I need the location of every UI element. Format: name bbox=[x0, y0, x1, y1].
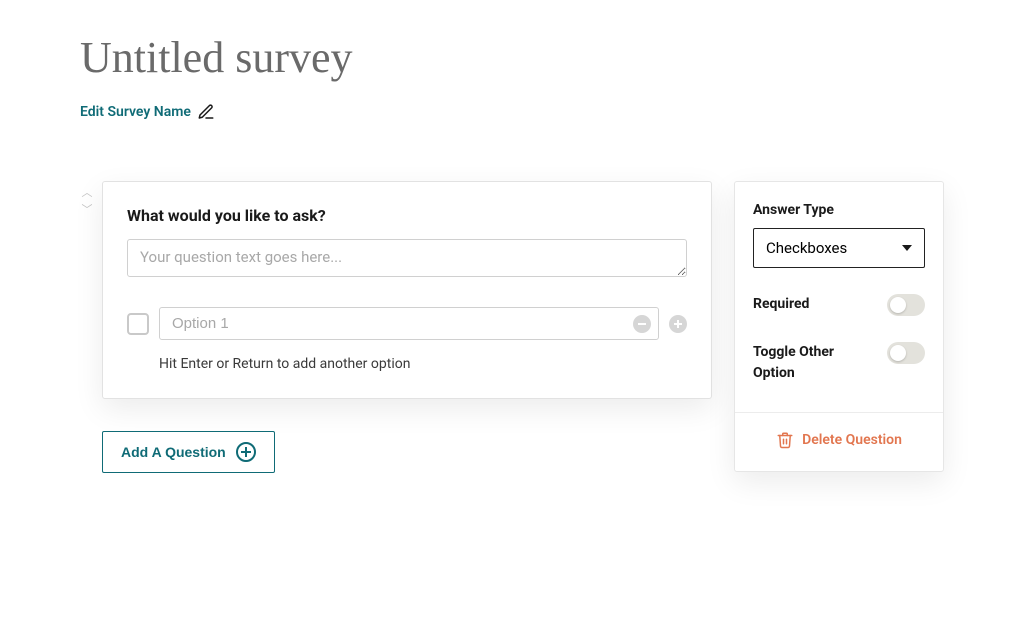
plus-circle-icon bbox=[236, 442, 256, 462]
answer-type-label: Answer Type bbox=[753, 202, 925, 218]
question-prompt-label: What would you like to ask? bbox=[127, 206, 687, 225]
add-question-button[interactable]: Add A Question bbox=[102, 431, 275, 473]
move-up-icon[interactable]: ︿ bbox=[80, 187, 94, 198]
question-settings-sidebar: Answer Type Checkboxes Required Toggle O… bbox=[734, 181, 944, 472]
survey-title: Untitled survey bbox=[80, 32, 944, 83]
required-label: Required bbox=[753, 294, 809, 315]
option-text-input[interactable] bbox=[159, 307, 659, 340]
reorder-controls: ︿ ﹀ bbox=[80, 187, 94, 215]
add-question-label: Add A Question bbox=[121, 444, 226, 460]
move-down-icon[interactable]: ﹀ bbox=[80, 204, 94, 215]
pencil-icon bbox=[197, 103, 215, 121]
chevron-down-icon bbox=[902, 245, 912, 251]
edit-survey-name-label: Edit Survey Name bbox=[80, 104, 191, 120]
option-row bbox=[127, 307, 687, 340]
option-hint-text: Hit Enter or Return to add another optio… bbox=[159, 356, 687, 372]
toggle-other-label: Toggle Other Option bbox=[753, 342, 877, 384]
toggle-other-toggle[interactable] bbox=[887, 342, 925, 364]
answer-type-value: Checkboxes bbox=[766, 239, 847, 257]
trash-icon bbox=[776, 431, 794, 449]
add-option-icon[interactable] bbox=[669, 315, 687, 333]
delete-question-button[interactable]: Delete Question bbox=[776, 431, 902, 449]
answer-type-select[interactable]: Checkboxes bbox=[753, 228, 925, 268]
option-checkbox[interactable] bbox=[127, 313, 149, 335]
question-card: What would you like to ask? Hit Enter or… bbox=[102, 181, 712, 399]
remove-option-icon[interactable] bbox=[633, 315, 651, 333]
edit-survey-name-link[interactable]: Edit Survey Name bbox=[80, 103, 215, 121]
question-text-input[interactable] bbox=[127, 239, 687, 277]
delete-question-label: Delete Question bbox=[802, 432, 902, 448]
required-toggle[interactable] bbox=[887, 294, 925, 316]
